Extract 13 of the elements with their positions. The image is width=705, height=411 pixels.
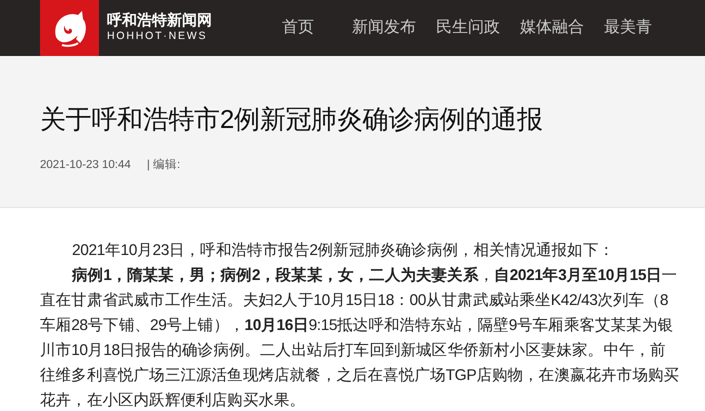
- nav-link[interactable]: 媒体融合: [520, 16, 584, 40]
- nav-link[interactable]: 最美青: [604, 16, 652, 40]
- nav-link[interactable]: 首页: [282, 16, 314, 40]
- article-paragraph: 2021年10月23日，呼和浩特市报告2例新冠肺炎确诊病例，相关情况通报如下：: [71, 241, 615, 261]
- article-paragraph: 病例1，隋某某，男；病例2，段某某，女，二人为夫妻关系，自2021年3月至10月15日一直在甘肃省武威市工作生活。夫妇2人于10月15日18：00从甘肃武威站乘坐K42/43次列车（8车厢28号下铺、29号上铺），10月16日9:15抵达呼和浩特东站，隔壁9号车厢乘客艾某某为银川市10月18日报告的确诊病例。二人出站后打车回到新城区华侨新村小区妻妹家。中午，前往维多利喜悦广场三江源活鱼现烤店就餐，之后在喜悦广场TGP店购物，在澳嬴花卉市场购买花卉，在小区内跃辉便利店购买水果。: [40, 266, 680, 411]
- logo-icon[interactable]: [40, 0, 99, 56]
- site-name: 呼和浩特新闻网: [107, 13, 212, 30]
- site-subtitle: HOHHOT·NEWS: [107, 30, 208, 43]
- editor-label: | 编辑:: [146, 158, 180, 174]
- nav-link[interactable]: 新闻发布: [352, 16, 416, 40]
- nav-link[interactable]: 民生问政: [436, 16, 500, 40]
- publish-date: 2021-10-23 10:44: [40, 158, 131, 174]
- article-title: 关于呼和浩特市2例新冠肺炎确诊病例的通报: [40, 104, 544, 136]
